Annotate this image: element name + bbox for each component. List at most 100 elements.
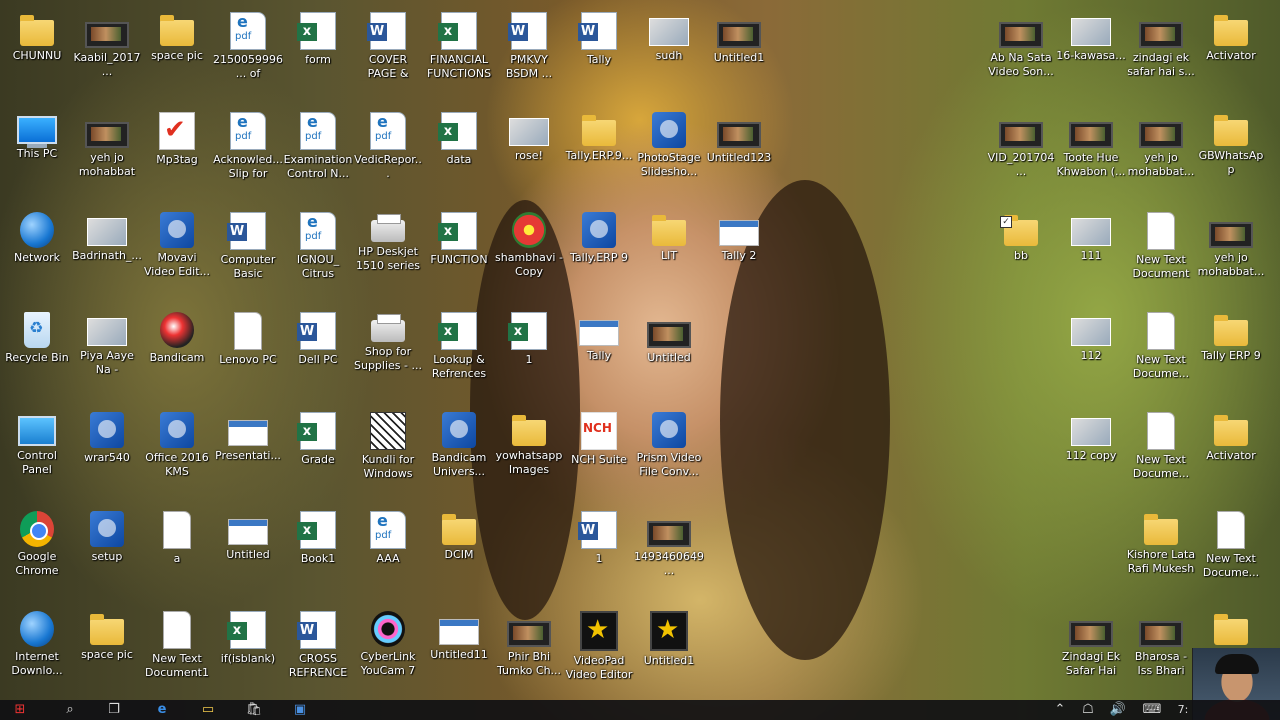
desktop-icon[interactable]: Bharosa - Iss Bhari Duni... — [1126, 603, 1196, 699]
desktop-icon[interactable]: New Text Docume... — [1126, 404, 1196, 500]
desktop-icon[interactable]: Recycle Bin — [2, 304, 72, 400]
desktop-icon[interactable]: Tally.ERP 9 — [564, 204, 634, 300]
desktop-icon[interactable]: yeh jo mohabbat ... — [72, 104, 142, 200]
desktop-icon[interactable]: Untitled1 — [704, 4, 774, 100]
desktop-icon[interactable]: Movavi Video Edit... — [142, 204, 212, 300]
desktop-icon[interactable]: Bandicam Univers... — [424, 404, 494, 500]
desktop-icon[interactable]: Grade — [283, 404, 353, 500]
desktop-icon[interactable]: yowhatsapp Images — [494, 404, 564, 500]
desktop-icon[interactable]: FINANCIAL FUNCTIONS — [424, 4, 494, 100]
desktop-icon[interactable]: This PC — [2, 104, 72, 200]
desktop-icon[interactable]: HP Deskjet 1510 series — [353, 204, 423, 300]
desktop-icon[interactable]: Untitled123 — [704, 104, 774, 200]
desktop-icon[interactable]: data — [424, 104, 494, 200]
desktop-icon[interactable]: form — [283, 4, 353, 100]
desktop-icon[interactable]: yeh jo mohabbat... — [1126, 104, 1196, 200]
desktop-icon[interactable]: Examination Control N... — [283, 104, 353, 200]
desktop-icon[interactable]: New Text Docume... — [1196, 503, 1266, 599]
desktop-icon[interactable]: wrar540 — [72, 404, 142, 500]
desktop-icon[interactable]: Control Panel — [2, 404, 72, 500]
desktop-icon[interactable]: Tally 2 — [704, 204, 774, 300]
desktop-icon[interactable]: LIT — [634, 204, 704, 300]
desktop-icon[interactable]: Untitled — [634, 304, 704, 400]
desktop-icon[interactable]: 1493460649... — [634, 503, 704, 599]
desktop-icon[interactable]: Zindagi Ek Safar Hai S... — [1056, 603, 1126, 699]
file-explorer-button[interactable]: ▭ — [194, 700, 222, 720]
desktop-icon[interactable]: PhotoStage Slidesho... — [634, 104, 704, 200]
clock[interactable]: 7: — [1174, 700, 1192, 720]
desktop-icon[interactable]: DCIM — [424, 503, 494, 599]
desktop-icon[interactable]: Lookup & Refrences — [424, 304, 494, 400]
desktop-icon[interactable]: ✓ bb — [986, 204, 1056, 300]
desktop-icon[interactable]: sudh — [634, 4, 704, 100]
desktop-icon[interactable]: Untitled — [213, 503, 283, 599]
desktop-icon[interactable]: Untitled11 — [424, 603, 494, 699]
start-button[interactable]: ⊞ — [6, 700, 34, 720]
desktop-icon[interactable]: Tally ERP 9 — [1196, 304, 1266, 400]
desktop-icon[interactable]: Shop for Supplies - ... — [353, 304, 423, 400]
desktop-icon[interactable]: Phir Bhi Tumko Ch... — [494, 603, 564, 699]
task-view-button[interactable]: ❐ — [100, 700, 128, 720]
desktop-icon[interactable]: 112 — [1056, 304, 1126, 400]
desktop-icon[interactable]: NCH Suite — [564, 404, 634, 500]
desktop-icon[interactable]: rose! — [494, 104, 564, 200]
desktop-icon[interactable]: space pic — [142, 4, 212, 100]
desktop-icon[interactable]: AAA — [353, 503, 423, 599]
desktop-icon[interactable]: New Text Document1 — [142, 603, 212, 699]
desktop-icon[interactable]: GBWhatsApp — [1196, 104, 1266, 200]
keyboard-tray-button[interactable]: ⌨ — [1138, 700, 1166, 720]
store-button[interactable]: 🛍 — [240, 700, 268, 720]
desktop-icon[interactable]: Google Chrome — [2, 503, 72, 599]
desktop-icon[interactable]: Tally — [564, 4, 634, 100]
desktop-icon[interactable]: Activator — [1196, 4, 1266, 100]
desktop-icon[interactable]: VID_201704... — [986, 104, 1056, 200]
desktop-icon[interactable]: VideoPad Video Editor — [564, 603, 634, 699]
desktop-icon[interactable]: Kishore Lata Rafi Mukesh — [1126, 503, 1196, 599]
desktop-icon[interactable]: shambhavi - Copy — [494, 204, 564, 300]
network-tray-button[interactable]: ☖ — [1074, 700, 1102, 720]
desktop-icon[interactable]: 16-kawasa... — [1056, 4, 1126, 100]
desktop-icon[interactable]: Prism Video File Conv... — [634, 404, 704, 500]
desktop-icon[interactable]: CROSS REFRENCE — [283, 603, 353, 699]
desktop-icon[interactable]: Dell PC — [283, 304, 353, 400]
desktop-icon[interactable]: 112 copy — [1056, 404, 1126, 500]
desktop-icon[interactable]: Kundli for Windows 5.5 — [353, 404, 423, 500]
desktop-icon[interactable]: Acknowled... Slip for Onl... — [213, 104, 283, 200]
desktop-icon[interactable]: Piya Aaye Na - Aashiqui ... — [72, 304, 142, 400]
desktop-icon[interactable]: COVER PAGE & TABLE O... — [353, 4, 423, 100]
desktop-icon[interactable]: a — [142, 503, 212, 599]
desktop-icon[interactable]: yeh jo mohabbat... — [1196, 204, 1266, 300]
search-button[interactable]: ⌕ — [56, 700, 84, 720]
desktop-icon[interactable]: Untitled1 — [634, 603, 704, 699]
desktop-icon[interactable]: Tally — [564, 304, 634, 400]
desktop-icon[interactable]: IGNOU_ Citrus Return — [283, 204, 353, 300]
volume-tray-button[interactable]: 🔊 — [1104, 700, 1132, 720]
desktop-icon[interactable]: Tally.ERP.9... — [564, 104, 634, 200]
desktop-icon[interactable]: Lenovo PC — [213, 304, 283, 400]
desktop-icon[interactable]: Toote Hue Khwabon (... — [1056, 104, 1126, 200]
desktop-icon[interactable]: CHUNNU — [2, 4, 72, 100]
desktop-icon[interactable]: space pic — [72, 603, 142, 699]
desktop-icon[interactable]: 2150059996... of Applicati... — [213, 4, 283, 100]
show-hidden-icons-button[interactable]: ⌃ — [1046, 700, 1074, 720]
desktop-icon[interactable]: PMKVY BSDM ... — [494, 4, 564, 100]
desktop-icon[interactable]: FUNCTION — [424, 204, 494, 300]
desktop-icon[interactable]: 1 — [564, 503, 634, 599]
desktop-icon[interactable]: Presentati... — [213, 404, 283, 500]
desktop-icon[interactable]: Kaabil_2017... — [72, 4, 142, 100]
pinned-app-button[interactable]: ▣ — [286, 700, 314, 720]
desktop-icon[interactable]: Activator — [1196, 404, 1266, 500]
edge-button[interactable]: e — [148, 700, 176, 720]
desktop-icon[interactable]: 111 — [1056, 204, 1126, 300]
selection-checkbox-icon[interactable]: ✓ — [1000, 216, 1012, 228]
desktop-icon[interactable]: New Text Document — [1126, 204, 1196, 300]
desktop-icon[interactable]: Badrinath_... — [72, 204, 142, 300]
desktop-icon[interactable]: if(isblank) — [213, 603, 283, 699]
desktop-icon[interactable]: Internet Downlo... — [2, 603, 72, 699]
desktop-icon[interactable]: Book1 — [283, 503, 353, 599]
desktop-icon[interactable]: Computer Basic — [213, 204, 283, 300]
desktop-icon[interactable]: Ab Na Sata Video Son... — [986, 4, 1056, 100]
desktop-icon[interactable]: New Text Docume... — [1126, 304, 1196, 400]
desktop-icon[interactable]: setup — [72, 503, 142, 599]
desktop-icon[interactable]: zindagi ek safar hai s... — [1126, 4, 1196, 100]
